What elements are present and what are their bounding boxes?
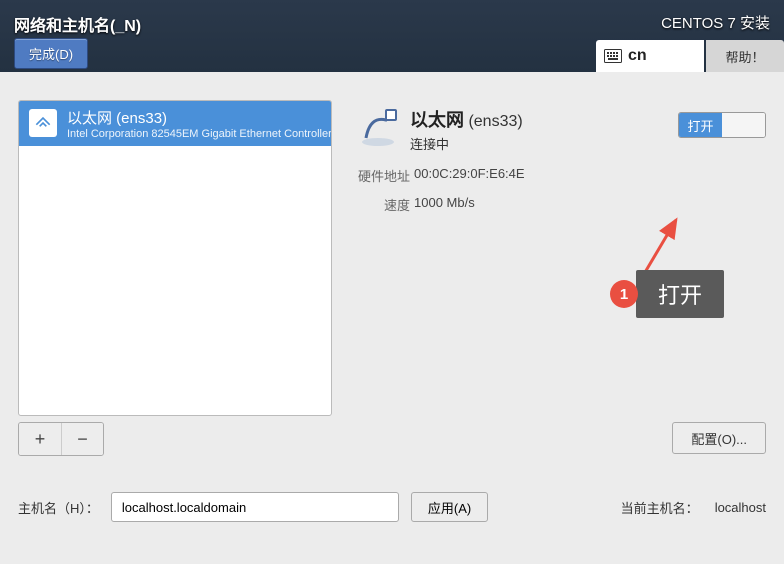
interface-name: 以太网 (ens33): [67, 107, 332, 128]
annotation-arrow: [636, 212, 686, 282]
toggle-handle: [722, 113, 765, 137]
speed-label: 速度: [356, 195, 410, 214]
ethernet-large-icon: [356, 106, 400, 150]
callout-number: 1: [610, 280, 638, 308]
callout-text: 打开: [636, 270, 724, 318]
installer-title: CENTOS 7 安装: [661, 12, 770, 33]
keyboard-layout-label: cn: [628, 47, 647, 65]
hostname-input[interactable]: [111, 492, 399, 522]
hw-address-label: 硬件地址: [356, 166, 410, 185]
apply-hostname-button[interactable]: 应用(A): [411, 492, 488, 522]
connection-toggle[interactable]: 打开: [678, 112, 766, 138]
done-button[interactable]: 完成(D): [14, 38, 88, 69]
add-interface-button[interactable]: +: [19, 423, 61, 455]
content-area: 以太网 (ens33) Intel Corporation 82545EM Gi…: [0, 72, 784, 564]
speed-value: 1000 Mb/s: [414, 195, 525, 214]
configure-button[interactable]: 配置(O)...: [672, 422, 766, 454]
remove-interface-button[interactable]: −: [61, 423, 103, 455]
add-remove-toolbar: + −: [18, 422, 104, 456]
page-title: 网络和主机名(_N): [14, 12, 141, 36]
network-interface-list[interactable]: 以太网 (ens33) Intel Corporation 82545EM Gi…: [18, 100, 332, 416]
interface-description: Intel Corporation 82545EM Gigabit Ethern…: [67, 128, 332, 140]
keyboard-icon: [604, 49, 622, 63]
keyboard-layout-indicator[interactable]: cn: [596, 40, 704, 72]
toggle-on-label: 打开: [679, 113, 722, 137]
detail-title: 以太网: [410, 110, 464, 130]
current-hostname-label: 当前主机名：: [621, 498, 699, 517]
ethernet-icon: [29, 109, 57, 137]
network-list-item[interactable]: 以太网 (ens33) Intel Corporation 82545EM Gi…: [19, 101, 331, 146]
hw-address-value: 00:0C:29:0F:E6:4E: [414, 166, 525, 185]
top-bar: 网络和主机名(_N) 完成(D) CENTOS 7 安装 cn 帮助！: [0, 0, 784, 72]
annotation-callout: 1 打开: [610, 270, 724, 318]
hostname-row: 主机名（H）： 应用(A) 当前主机名： localhost: [18, 492, 766, 522]
connection-status: 连接中: [410, 134, 523, 153]
interface-info: 硬件地址 00:0C:29:0F:E6:4E 速度 1000 Mb/s: [356, 166, 525, 214]
current-hostname-value: localhost: [715, 500, 766, 515]
help-button[interactable]: 帮助！: [706, 40, 784, 72]
hostname-label: 主机名（H）：: [18, 498, 99, 517]
detail-interface: (ens33): [468, 113, 522, 130]
